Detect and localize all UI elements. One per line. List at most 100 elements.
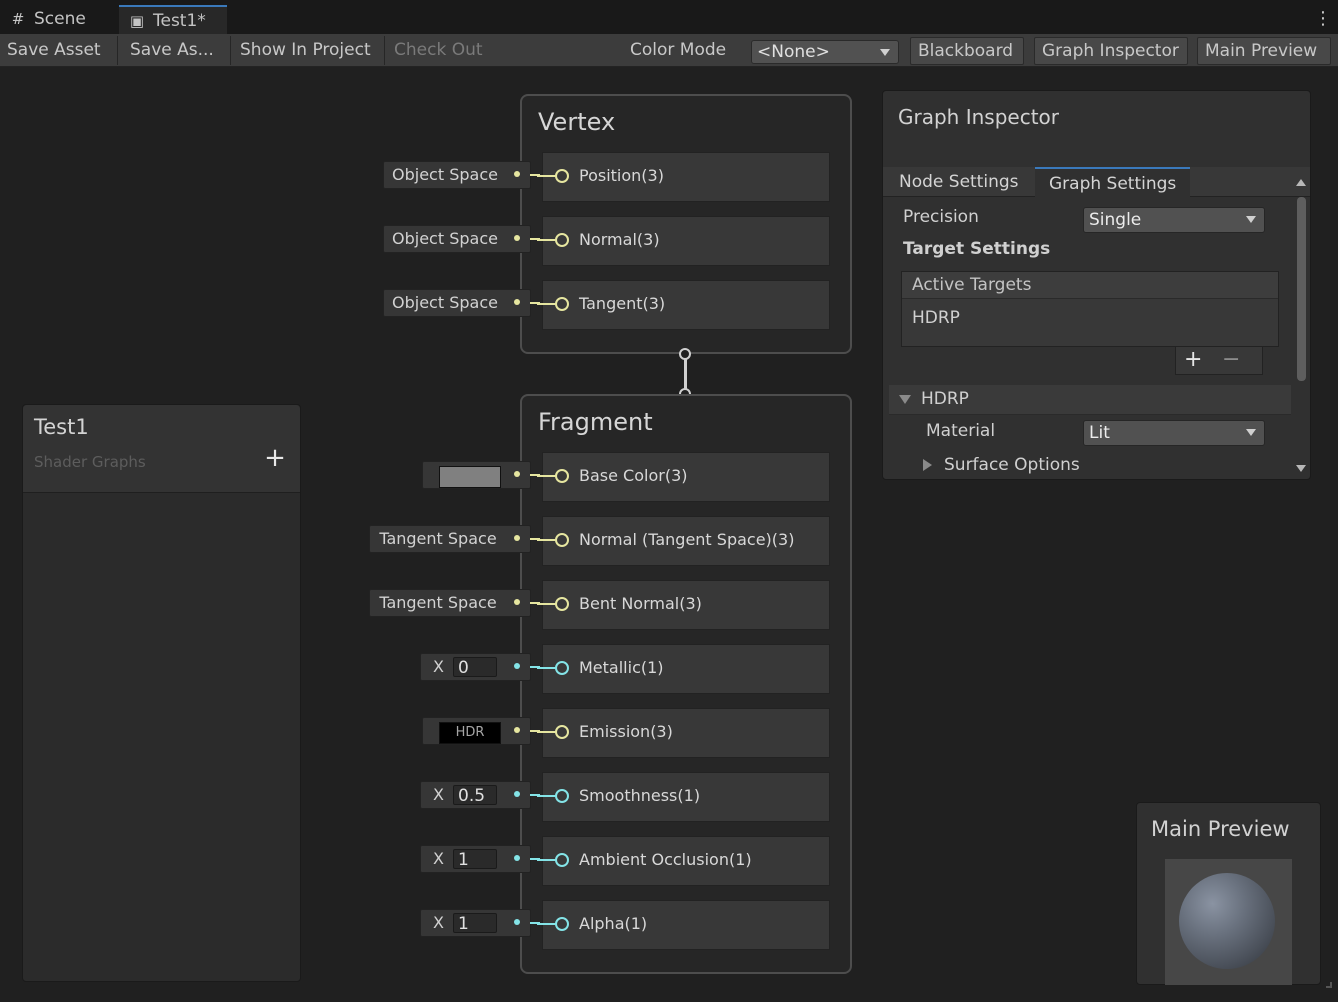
port-value: Object Space (392, 293, 498, 312)
port-value: Object Space (392, 229, 498, 248)
input-port-icon[interactable] (555, 469, 569, 483)
metallic-value[interactable]: 0 (453, 657, 497, 678)
blackboard-toggle-button[interactable]: Blackboard (910, 37, 1024, 65)
color-mode-label: Color Mode (630, 40, 727, 60)
block-bent-normal[interactable]: Bent Normal(3) (537, 580, 830, 630)
input-port-icon[interactable] (555, 725, 569, 739)
scroll-up-icon[interactable] (1296, 179, 1306, 186)
alpha-field[interactable]: X 1 (420, 909, 540, 937)
scroll-down-icon[interactable] (1296, 465, 1306, 472)
active-targets-list[interactable]: Active Targets HDRP (901, 271, 1279, 347)
tab-test1-label: Test1* (153, 11, 206, 31)
axis-label: X (433, 913, 444, 932)
scroll-thumb[interactable] (1297, 197, 1306, 381)
block-emission[interactable]: Emission(3) (537, 708, 830, 758)
smoothness-field[interactable]: X 0.5 (420, 781, 540, 809)
block-metallic[interactable]: Metallic(1) (537, 644, 830, 694)
main-preview-toggle-button[interactable]: Main Preview (1197, 37, 1331, 65)
block-label: Emission(3) (579, 722, 673, 741)
fragment-context[interactable]: Fragment Base Color(3) Normal (Tangent S… (520, 394, 852, 974)
block-position[interactable]: Position(3) (537, 152, 830, 202)
vertex-context[interactable]: Vertex Position(3) Normal(3) Tangent(3) (520, 94, 852, 354)
position-space-field[interactable]: Object Space (383, 161, 540, 189)
precision-value: Single (1089, 210, 1142, 230)
hdrp-section-label: HDRP (921, 389, 969, 409)
tab-graph-settings[interactable]: Graph Settings (1035, 167, 1191, 197)
normal-space-field[interactable]: Tangent Space (369, 525, 540, 553)
blackboard-panel[interactable]: Test1 Shader Graphs + (22, 404, 301, 982)
input-port-icon[interactable] (555, 297, 569, 311)
precision-label: Precision (903, 207, 979, 227)
input-port-icon[interactable] (555, 533, 569, 547)
blackboard-title: Test1 (34, 415, 89, 439)
ambient-occlusion-field[interactable]: X 1 (420, 845, 540, 873)
blackboard-header: Test1 Shader Graphs + (23, 405, 300, 493)
preview-sphere (1179, 873, 1275, 969)
color-mode-dropdown[interactable]: <None> (751, 40, 899, 64)
show-in-project-button[interactable]: Show In Project (233, 36, 385, 65)
block-smoothness[interactable]: Smoothness(1) (537, 772, 830, 822)
base-color-field[interactable] (422, 461, 540, 489)
main-preview-panel[interactable]: Main Preview (1136, 802, 1321, 985)
hdrp-section-header[interactable]: HDRP (889, 385, 1291, 415)
smoothness-value[interactable]: 0.5 (453, 785, 497, 806)
bent-normal-space-field[interactable]: Tangent Space (369, 589, 540, 617)
input-port-icon[interactable] (555, 169, 569, 183)
inspector-title: Graph Inspector (898, 105, 1059, 129)
remove-target-button[interactable]: − (1222, 347, 1240, 373)
tab-node-settings[interactable]: Node Settings (885, 167, 1033, 197)
port-value: Tangent Space (379, 529, 497, 548)
shader-graph-icon: ▣ (129, 12, 145, 30)
precision-dropdown[interactable]: Single (1083, 207, 1265, 233)
block-base-color[interactable]: Base Color(3) (537, 452, 830, 502)
hdr-color-swatch[interactable]: HDR (439, 722, 501, 744)
tangent-space-field[interactable]: Object Space (383, 289, 540, 317)
add-property-icon[interactable]: + (263, 445, 287, 471)
target-list-buttons: + − (1175, 347, 1263, 375)
metallic-field[interactable]: X 0 (420, 653, 540, 681)
block-normal[interactable]: Normal(3) (537, 216, 830, 266)
save-as-button[interactable]: Save As... (123, 36, 231, 65)
tab-test1[interactable]: ▣ Test1* (119, 5, 227, 34)
main-preview-title: Main Preview (1151, 817, 1290, 841)
block-label: Position(3) (579, 166, 664, 185)
inspector-scrollbar[interactable] (1293, 175, 1309, 477)
block-normal-tangent[interactable]: Normal (Tangent Space)(3) (537, 516, 830, 566)
alpha-value[interactable]: 1 (453, 913, 497, 934)
tab-scene[interactable]: # Scene (0, 5, 118, 34)
block-label: Metallic(1) (579, 658, 664, 677)
target-item-hdrp[interactable]: HDRP (912, 308, 960, 328)
check-out-button[interactable]: Check Out (387, 36, 495, 65)
input-port-icon[interactable] (555, 789, 569, 803)
save-asset-button[interactable]: Save Asset (0, 36, 118, 65)
block-label: Base Color(3) (579, 466, 688, 485)
fragment-title: Fragment (538, 408, 653, 436)
input-port-icon[interactable] (555, 597, 569, 611)
graph-inspector-panel[interactable]: Graph Inspector Node Settings Graph Sett… (882, 90, 1311, 480)
block-alpha[interactable]: Alpha(1) (537, 900, 830, 950)
ambient-occlusion-value[interactable]: 1 (453, 849, 497, 870)
block-label: Bent Normal(3) (579, 594, 702, 613)
more-options-icon[interactable]: ⋮ (1314, 8, 1332, 30)
normal-space-field[interactable]: Object Space (383, 225, 540, 253)
surface-options-foldout[interactable]: Surface Options (923, 455, 1223, 479)
input-port-icon[interactable] (555, 233, 569, 247)
blackboard-subtitle: Shader Graphs (34, 453, 146, 471)
input-port-icon[interactable] (555, 917, 569, 931)
chevron-down-icon (880, 49, 890, 56)
grid-icon: # (11, 10, 25, 28)
block-label: Smoothness(1) (579, 786, 701, 805)
block-tangent[interactable]: Tangent(3) (537, 280, 830, 330)
color-mode-value: <None> (757, 42, 830, 62)
material-dropdown[interactable]: Lit (1083, 420, 1265, 446)
input-port-icon[interactable] (555, 661, 569, 675)
emission-field[interactable]: HDR (422, 717, 540, 745)
block-label: Alpha(1) (579, 914, 648, 933)
block-ambient-occlusion[interactable]: Ambient Occlusion(1) (537, 836, 830, 886)
add-target-button[interactable]: + (1184, 347, 1202, 373)
graph-inspector-toggle-button[interactable]: Graph Inspector (1034, 37, 1188, 65)
input-port-icon[interactable] (555, 853, 569, 867)
resize-handle[interactable] (1326, 982, 1332, 988)
preview-viewport[interactable] (1165, 859, 1292, 985)
color-swatch[interactable] (439, 466, 501, 488)
